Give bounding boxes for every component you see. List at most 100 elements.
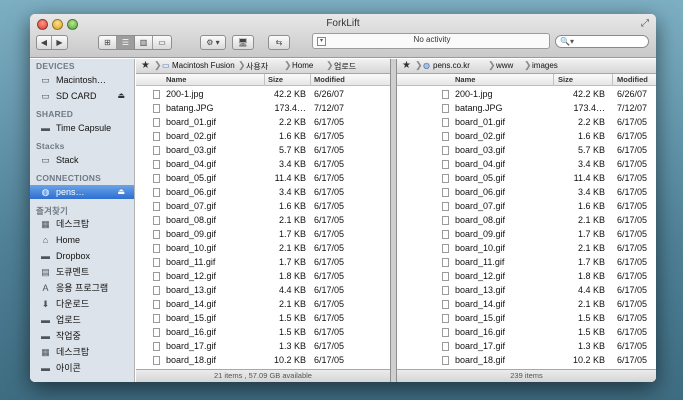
search-field[interactable]: 🔍▾ — [555, 35, 649, 48]
file-row[interactable]: 200-1.jpg 42.2 KB 6/26/07 — [136, 87, 390, 101]
sidebar-item[interactable]: ▬ 업로드 — [30, 313, 134, 327]
file-row[interactable]: board_13.gif 4.4 KB 6/17/05 — [397, 283, 656, 297]
file-row[interactable]: board_15.gif 1.5 KB 6/17/05 — [397, 311, 656, 325]
file-row[interactable]: board_03.gif 5.7 KB 6/17/05 — [397, 143, 656, 157]
file-row[interactable]: board_18.gif 10.2 KB 6/17/05 — [397, 353, 656, 367]
sidebar-item[interactable]: ⬇ 다운로드 — [30, 297, 134, 311]
connect-button[interactable]: 🖥 — [232, 35, 254, 50]
sidebar-item-label: 업로드 — [56, 315, 81, 325]
breadcrumb-item[interactable]: pens.co.kr — [433, 61, 470, 70]
file-row[interactable]: board_17.gif 1.3 KB 6/17/05 — [136, 339, 390, 353]
breadcrumb-item[interactable]: 업로드 — [334, 61, 356, 72]
coverflow-view-icon[interactable]: ▭ — [153, 36, 171, 49]
file-row[interactable]: board_05.gif 11.4 KB 6/17/05 — [397, 171, 656, 185]
file-row[interactable]: board_02.gif 1.6 KB 6/17/05 — [136, 129, 390, 143]
file-row[interactable]: board_17.gif 1.3 KB 6/17/05 — [397, 339, 656, 353]
file-row[interactable]: batang.JPG 173.4… 7/12/07 — [397, 101, 656, 115]
column-view-icon[interactable]: ▥ — [135, 36, 153, 49]
file-size: 2.1 KB — [278, 215, 306, 225]
file-row[interactable]: board_15.gif 1.5 KB 6/17/05 — [136, 311, 390, 325]
file-row[interactable]: board_12.gif 1.8 KB 6/17/05 — [136, 269, 390, 283]
sidebar-item[interactable]: ▬ Time Capsule — [30, 121, 134, 135]
sidebar-item[interactable]: ▬ Dropbox — [30, 249, 134, 263]
gif-file-icon — [442, 160, 449, 169]
file-row[interactable]: board_11.gif 1.7 KB 6/17/05 — [136, 255, 390, 269]
action-menu-button[interactable]: ⚙ ▾ — [200, 35, 226, 50]
breadcrumb-item[interactable]: www — [496, 61, 513, 70]
file-row[interactable]: board_09.gif 1.7 KB 6/17/05 — [136, 227, 390, 241]
file-row[interactable]: board_18.gif 10.2 KB 6/17/05 — [136, 353, 390, 367]
file-size: 1.7 KB — [278, 229, 306, 239]
file-size: 5.7 KB — [577, 145, 605, 155]
column-divider[interactable] — [264, 74, 265, 86]
file-row[interactable]: board_05.gif 11.4 KB 6/17/05 — [136, 171, 390, 185]
file-name: board_02.gif — [166, 131, 217, 141]
icon-view-icon[interactable]: ⊞ — [99, 36, 117, 49]
name-column-header[interactable]: Name — [455, 75, 475, 84]
file-row[interactable]: board_06.gif 3.4 KB 6/17/05 — [397, 185, 656, 199]
modified-column-header[interactable]: Modified — [314, 75, 345, 84]
eject-icon[interactable]: ⏏ — [117, 89, 125, 103]
sidebar-item[interactable]: ▭ SD CARD ⏏ — [30, 89, 134, 103]
file-row[interactable]: board_08.gif 2.1 KB 6/17/05 — [397, 213, 656, 227]
name-column-header[interactable]: Name — [166, 75, 186, 84]
favorite-star-icon[interactable]: ★ — [402, 60, 411, 71]
file-modified: 6/17/05 — [314, 229, 345, 239]
modified-column-header[interactable]: Modified — [617, 75, 648, 84]
sidebar-item[interactable]: ▬ 작업중 — [30, 329, 134, 343]
file-row[interactable]: board_03.gif 5.7 KB 6/17/05 — [136, 143, 390, 157]
file-row[interactable]: board_08.gif 2.1 KB 6/17/05 — [136, 213, 390, 227]
column-divider[interactable] — [553, 74, 554, 86]
file-row[interactable]: board_02.gif 1.6 KB 6/17/05 — [397, 129, 656, 143]
file-row[interactable]: board_06.gif 3.4 KB 6/17/05 — [136, 185, 390, 199]
file-row[interactable]: batang.JPG 173.4… 7/12/07 — [136, 101, 390, 115]
sidebar-item[interactable]: ◍ pens… ⏏ — [30, 185, 134, 199]
breadcrumb-item[interactable]: Macintosh Fusion — [172, 61, 235, 70]
breadcrumb-separator-icon: ❯ — [154, 60, 162, 70]
file-row[interactable]: board_12.gif 1.8 KB 6/17/05 — [397, 269, 656, 283]
size-column-header[interactable]: Size — [558, 75, 573, 84]
sync-button[interactable]: ⇆ — [268, 35, 290, 50]
file-row[interactable]: board_07.gif 1.6 KB 6/17/05 — [397, 199, 656, 213]
file-row[interactable]: board_16.gif 1.5 KB 6/17/05 — [397, 325, 656, 339]
breadcrumb-item[interactable]: 사용자 — [246, 61, 268, 72]
column-divider[interactable] — [612, 74, 613, 86]
favorite-star-icon[interactable]: ★ — [141, 60, 150, 71]
file-row[interactable]: board_11.gif 1.7 KB 6/17/05 — [397, 255, 656, 269]
file-row[interactable]: board_04.gif 3.4 KB 6/17/05 — [397, 157, 656, 171]
back-icon[interactable]: ◀ — [37, 36, 52, 49]
breadcrumb-item[interactable]: images — [532, 61, 558, 70]
forward-icon[interactable]: ▶ — [52, 36, 67, 49]
file-row[interactable]: board_14.gif 2.1 KB 6/17/05 — [136, 297, 390, 311]
sidebar-item[interactable]: ▭ Macintosh… — [30, 73, 134, 87]
size-column-header[interactable]: Size — [268, 75, 283, 84]
sidebar-item[interactable]: ▦ 데스크탑 — [30, 345, 134, 359]
file-row[interactable]: board_13.gif 4.4 KB 6/17/05 — [136, 283, 390, 297]
gif-file-icon — [442, 314, 449, 323]
file-row[interactable]: board_07.gif 1.6 KB 6/17/05 — [136, 199, 390, 213]
sidebar-item-label: 데스크탑 — [56, 219, 90, 229]
eject-icon[interactable]: ⏏ — [117, 185, 125, 199]
file-row[interactable]: board_09.gif 1.7 KB 6/17/05 — [397, 227, 656, 241]
file-row[interactable]: board_01.gif 2.2 KB 6/17/05 — [397, 115, 656, 129]
sidebar-item[interactable]: ⌂ Home — [30, 233, 134, 247]
file-row[interactable]: board_16.gif 1.5 KB 6/17/05 — [136, 325, 390, 339]
sidebar-item[interactable]: ▭ Stack — [30, 153, 134, 167]
sidebar-item[interactable]: A 응용 프로그램 — [30, 281, 134, 295]
breadcrumb-item[interactable]: Home — [292, 61, 313, 70]
sidebar-item[interactable]: ▬ 아이콘 — [30, 361, 134, 375]
sidebar-item-label: 도큐멘트 — [56, 267, 90, 277]
file-row[interactable]: board_10.gif 2.1 KB 6/17/05 — [397, 241, 656, 255]
fullscreen-icon[interactable]: ⤢ — [641, 18, 649, 29]
file-row[interactable]: board_01.gif 2.2 KB 6/17/05 — [136, 115, 390, 129]
column-divider[interactable] — [310, 74, 311, 86]
file-row[interactable]: board_04.gif 3.4 KB 6/17/05 — [136, 157, 390, 171]
sidebar-item[interactable]: ▦ 데스크탑 — [30, 217, 134, 231]
file-row[interactable]: board_10.gif 2.1 KB 6/17/05 — [136, 241, 390, 255]
gif-file-icon — [442, 202, 449, 211]
file-row[interactable]: 200-1.jpg 42.2 KB 6/26/07 — [397, 87, 656, 101]
sidebar-item[interactable]: ▤ 도큐멘트 — [30, 265, 134, 279]
activity-indicator[interactable]: ▾ No activity — [312, 33, 550, 49]
file-row[interactable]: board_14.gif 2.1 KB 6/17/05 — [397, 297, 656, 311]
list-view-icon[interactable]: ☰ — [117, 36, 135, 49]
